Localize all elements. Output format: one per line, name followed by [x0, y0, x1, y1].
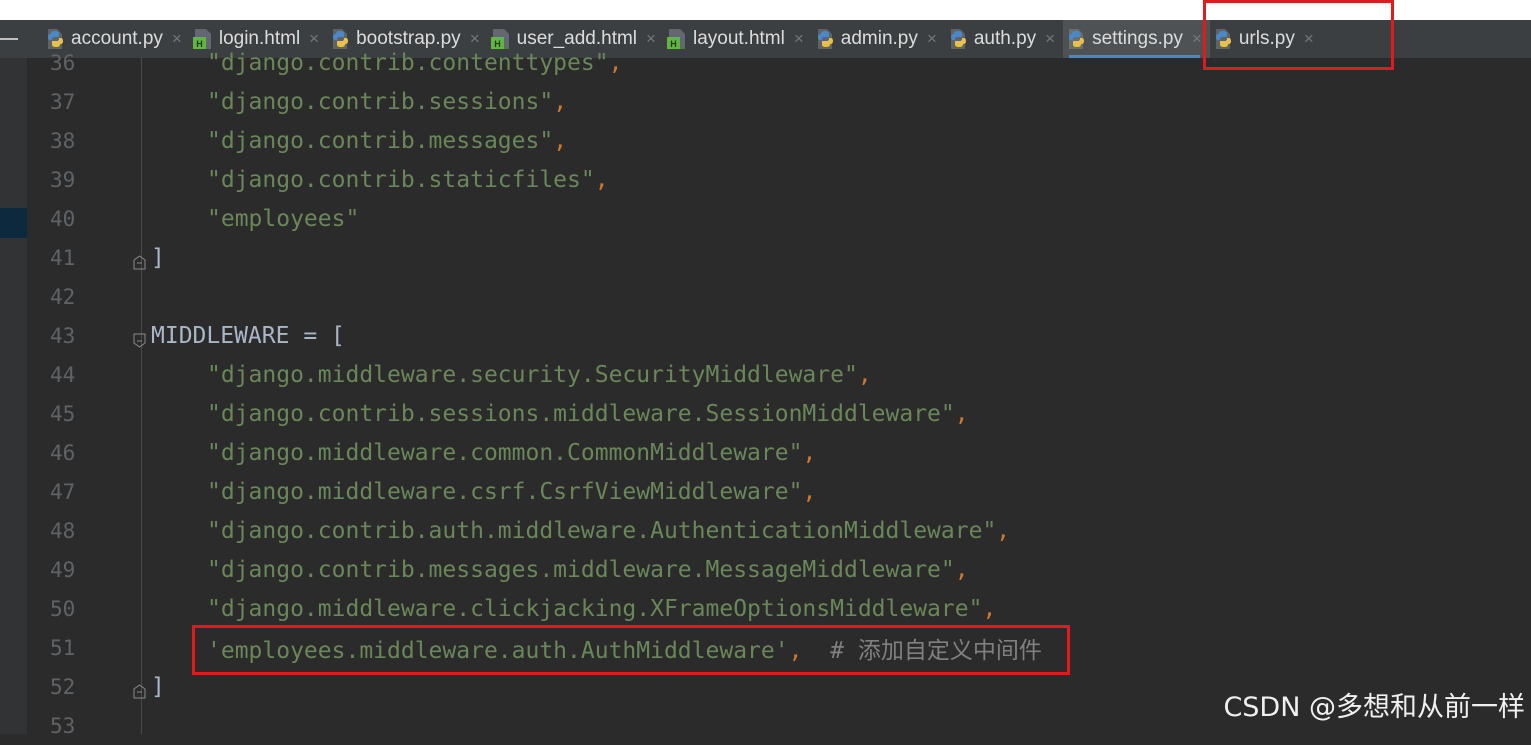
- code-token: ,: [608, 49, 623, 76]
- line-number: 46: [50, 440, 76, 465]
- code-token: ,: [857, 361, 872, 388]
- code-token: "django.contrib.messages.middleware.Mess…: [207, 556, 955, 583]
- code-text: "django.middleware.clickjacking.XFrameOp…: [207, 596, 996, 622]
- code-line: 50 "django.middleware.clickjacking.XFrame…: [27, 589, 1531, 628]
- line-number: 40: [50, 206, 76, 231]
- code-token: ,: [553, 88, 568, 115]
- line-number: 50: [50, 596, 76, 621]
- code-text: "django.middleware.common.CommonMiddlewa…: [207, 440, 816, 466]
- code-token: "django.middleware.clickjacking.XFrameOp…: [207, 595, 983, 622]
- code-line: 42: [27, 277, 1531, 316]
- code-token: ,: [954, 400, 969, 427]
- code-line: 37 "django.contrib.sessions",: [27, 82, 1531, 121]
- code-text: "django.contrib.messages",: [207, 128, 567, 154]
- code-line: 46 "django.middleware.common.CommonMiddle…: [27, 433, 1531, 472]
- code-token: ,: [788, 637, 803, 664]
- code-token: ,: [954, 556, 969, 583]
- code-token: MIDDLEWARE = [: [151, 322, 345, 349]
- code-text: "django.middleware.security.SecurityMidd…: [207, 362, 872, 388]
- code-line: 51 'employees.middleware.auth.AuthMiddlew…: [27, 628, 1531, 667]
- code-token: ]: [151, 673, 165, 700]
- line-number: 39: [50, 167, 76, 192]
- code-text: MIDDLEWARE = [: [151, 323, 345, 349]
- code-text: "django.contrib.messages.middleware.Mess…: [207, 557, 969, 583]
- code-line: 40 "employees": [27, 199, 1531, 238]
- code-token: "django.middleware.security.SecurityMidd…: [207, 361, 858, 388]
- fold-marker-icon[interactable]: [133, 328, 146, 348]
- code-text: "employees": [207, 206, 359, 232]
- line-number: 42: [50, 284, 76, 309]
- code-text: "django.contrib.staticfiles",: [207, 167, 609, 193]
- code-token: "django.contrib.sessions.middleware.Sess…: [207, 400, 955, 427]
- code-line: 47 "django.middleware.csrf.CsrfViewMiddle…: [27, 472, 1531, 511]
- code-line: 48 "django.contrib.auth.middleware.Authen…: [27, 511, 1531, 550]
- code-token: 'employees.middleware.auth.AuthMiddlewar…: [207, 637, 789, 664]
- line-number: 43: [50, 323, 76, 348]
- code-line: 43 MIDDLEWARE = [: [27, 316, 1531, 355]
- line-number: 37: [50, 89, 76, 114]
- code-text: 'employees.middleware.auth.AuthMiddlewar…: [207, 631, 1042, 665]
- code-token: ,: [553, 127, 568, 154]
- line-number: 52: [50, 674, 76, 699]
- code-text: "django.middleware.csrf.CsrfViewMiddlewa…: [207, 479, 816, 505]
- line-number: 45: [50, 401, 76, 426]
- code-line: 36 "django.contrib.contenttypes",: [27, 43, 1531, 82]
- code-line: 38 "django.contrib.messages",: [27, 121, 1531, 160]
- collapse-handle-icon[interactable]: [0, 38, 18, 40]
- code-token: ,: [802, 439, 817, 466]
- code-text: "django.contrib.sessions.middleware.Sess…: [207, 401, 969, 427]
- code-line: 45 "django.contrib.sessions.middleware.Se…: [27, 394, 1531, 433]
- code-line: 44 "django.middleware.security.SecurityMi…: [27, 355, 1531, 394]
- code-token: #: [802, 637, 858, 664]
- code-token: "django.contrib.contenttypes": [207, 49, 609, 76]
- code-token: ,: [802, 478, 817, 505]
- fold-marker-icon[interactable]: [133, 250, 146, 270]
- code-text: "django.contrib.auth.middleware.Authenti…: [207, 518, 1010, 544]
- code-token: ]: [151, 244, 165, 271]
- line-number: 51: [50, 635, 76, 660]
- line-number: 41: [50, 245, 76, 270]
- code-token: "django.contrib.staticfiles": [207, 166, 595, 193]
- code-token: 添加自定义中间件: [857, 637, 1042, 664]
- line-number: 44: [50, 362, 76, 387]
- code-text: "django.contrib.sessions",: [207, 89, 567, 115]
- fold-marker-icon[interactable]: [133, 679, 146, 699]
- code-line: 41]: [27, 238, 1531, 277]
- code-text: "django.contrib.contenttypes",: [207, 50, 622, 76]
- line-number: 48: [50, 518, 76, 543]
- code-token: "django.contrib.sessions": [207, 88, 554, 115]
- line-number: 36: [50, 50, 76, 75]
- code-token: ,: [594, 166, 609, 193]
- code-line: 49 "django.contrib.messages.middleware.Me…: [27, 550, 1531, 589]
- line-number: 38: [50, 128, 76, 153]
- code-line: 39 "django.contrib.staticfiles",: [27, 160, 1531, 199]
- tool-window-marker[interactable]: [0, 208, 27, 238]
- code-token: "employees": [207, 205, 360, 232]
- line-number: 49: [50, 557, 76, 582]
- code-token: ,: [982, 595, 997, 622]
- window-top-strip: [0, 0, 1531, 20]
- code-token: "django.middleware.common.CommonMiddlewa…: [207, 439, 803, 466]
- code-token: "django.contrib.auth.middleware.Authenti…: [207, 517, 997, 544]
- code-text: ]: [151, 674, 165, 700]
- line-number: 47: [50, 479, 76, 504]
- code-text: ]: [151, 245, 165, 271]
- code-token: ,: [996, 517, 1011, 544]
- code-token: "django.middleware.csrf.CsrfViewMiddlewa…: [207, 478, 803, 505]
- code-editor[interactable]: 36 "django.contrib.contenttypes", 37 "djang…: [27, 50, 1531, 738]
- tool-window-strip: [0, 58, 27, 734]
- code-token: "django.contrib.messages": [207, 127, 554, 154]
- watermark: CSDN @多想和从前一样: [1223, 692, 1525, 723]
